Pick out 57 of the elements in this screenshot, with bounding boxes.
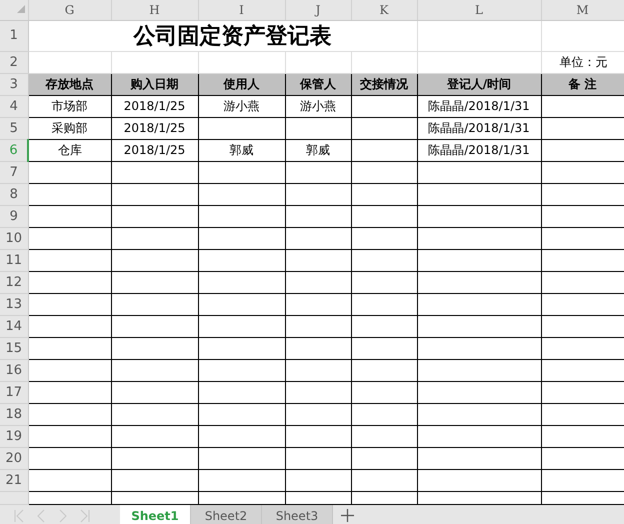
table-cell: 2018/1/25 (124, 99, 186, 113)
table-cell: 2018/1/25 (124, 121, 186, 135)
table-cell: 2018/1/25 (124, 143, 186, 157)
table-cell: 陈晶晶/2018/1/31 (428, 98, 530, 114)
row-header[interactable]: 10 (0, 227, 28, 249)
row-header[interactable]: 20 (0, 447, 28, 469)
first-sheet-icon[interactable] (14, 508, 24, 522)
row-header[interactable]: 19 (0, 425, 28, 447)
table-cell: 陈晶晶/2018/1/31 (428, 142, 530, 158)
row-header[interactable]: 18 (0, 403, 28, 425)
row-header[interactable]: 7 (0, 161, 28, 183)
row-header[interactable]: 3 (0, 73, 28, 95)
column-header[interactable]: G (28, 0, 111, 20)
table-cell: 郭威 (306, 142, 330, 158)
column-header[interactable]: H (111, 0, 198, 20)
table-cell: 陈晶晶/2018/1/31 (428, 120, 530, 136)
table-cell: 采购部 (52, 120, 88, 136)
column-heading: 备 注 (541, 73, 624, 95)
table-cell: 郭威 (230, 142, 254, 158)
column-heading: 交接情况 (351, 73, 417, 95)
row-header[interactable]: 11 (0, 249, 28, 271)
table-cell: 游小燕 (300, 98, 336, 114)
add-sheet-icon[interactable] (341, 509, 354, 522)
column-heading: 登记人/时间 (417, 73, 541, 95)
previous-sheet-icon[interactable] (36, 508, 46, 522)
sheet-tab[interactable]: Sheet2 (191, 504, 262, 524)
row-header[interactable]: 17 (0, 381, 28, 403)
sheet-tab[interactable]: Sheet3 (262, 504, 333, 524)
row-header[interactable]: 16 (0, 359, 28, 381)
last-sheet-icon[interactable] (80, 508, 90, 522)
sheet-title: 公司固定资产登记表 (28, 20, 417, 51)
row-header[interactable]: 12 (0, 271, 28, 293)
column-header[interactable]: I (198, 0, 285, 20)
row-header[interactable]: 9 (0, 205, 28, 227)
column-heading: 使用人 (198, 73, 285, 95)
row-header[interactable]: 2 (0, 51, 28, 73)
row-header[interactable]: 21 (0, 469, 28, 491)
row-header[interactable]: 4 (0, 95, 28, 117)
column-heading: 存放地点 (28, 73, 111, 95)
column-header[interactable]: J (285, 0, 351, 20)
column-header[interactable]: L (417, 0, 541, 20)
column-header[interactable]: M (541, 0, 624, 20)
row-header[interactable]: 14 (0, 315, 28, 337)
row-header[interactable]: 13 (0, 293, 28, 315)
select-all-triangle-icon[interactable] (16, 4, 24, 12)
table-cell: 游小燕 (224, 98, 260, 114)
row-header[interactable]: 1 (0, 20, 28, 51)
next-sheet-icon[interactable] (58, 508, 68, 522)
column-heading: 购入日期 (111, 73, 198, 95)
row-header[interactable]: 8 (0, 183, 28, 205)
table-cell: 市场部 (52, 98, 88, 114)
table-cell: 仓库 (58, 142, 82, 158)
row-header[interactable]: 5 (0, 117, 28, 139)
column-header[interactable]: K (351, 0, 417, 20)
sheet-tab[interactable]: Sheet1 (120, 504, 191, 524)
row-header[interactable]: 15 (0, 337, 28, 359)
column-heading: 保管人 (285, 73, 351, 95)
